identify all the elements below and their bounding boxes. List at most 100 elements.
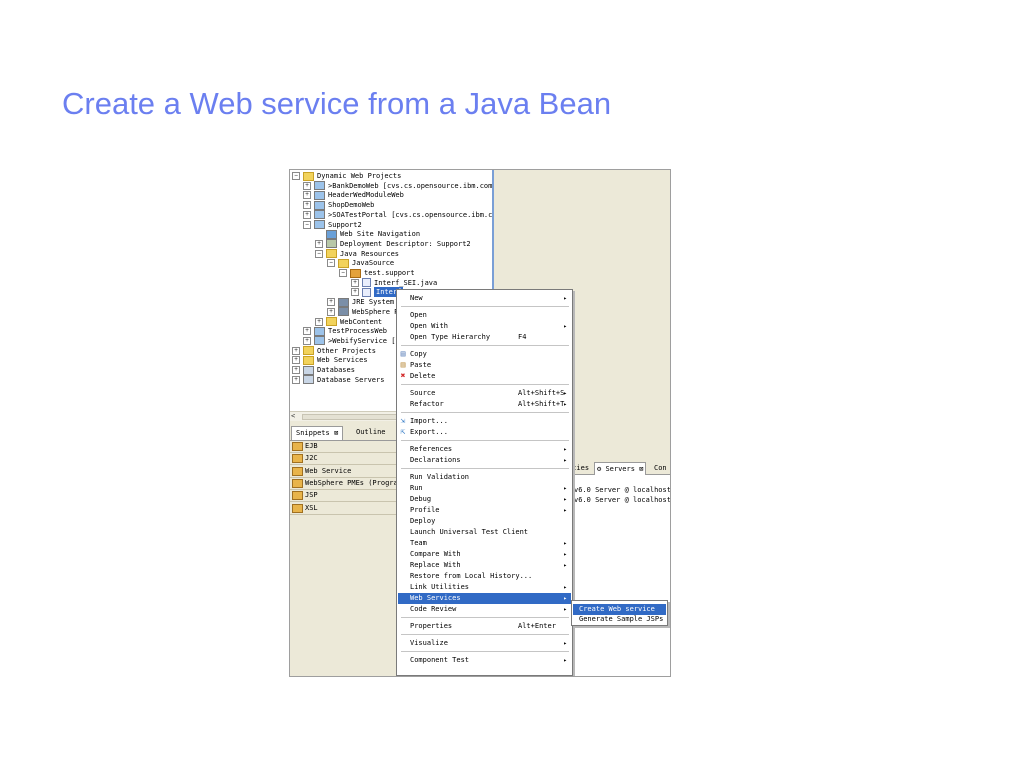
- menu-item-source[interactable]: Source Alt+Shift+S ▸: [398, 388, 571, 399]
- collapse-icon[interactable]: −: [303, 220, 311, 229]
- palette-drawer[interactable]: WebSphere PMEs (Programmi: [290, 478, 410, 490]
- menu-item-component-test[interactable]: Component Test ▸: [398, 655, 571, 666]
- menu-item-label: New: [410, 294, 423, 302]
- menu-item-team[interactable]: Team ▸: [398, 538, 571, 549]
- menu-item-export[interactable]: ⇱ Export...: [398, 427, 571, 438]
- menu-item-debug[interactable]: Debug ▸: [398, 494, 571, 505]
- expand-icon[interactable]: +: [303, 191, 311, 200]
- palette-drawer[interactable]: JSP: [290, 490, 400, 503]
- expand-icon[interactable]: +: [327, 307, 335, 316]
- expand-icon[interactable]: +: [303, 181, 311, 190]
- close-icon[interactable]: ⊠: [639, 465, 643, 473]
- menu-item-replace-with[interactable]: Replace With ▸: [398, 560, 571, 571]
- collapse-icon[interactable]: −: [292, 172, 300, 180]
- collapse-icon[interactable]: −: [315, 249, 323, 258]
- menu-item-import[interactable]: ⇲ Import...: [398, 416, 571, 427]
- expand-icon[interactable]: +: [292, 366, 300, 374]
- menu-item-link-utilities[interactable]: Link Utilities ▸: [398, 582, 571, 593]
- collapse-icon[interactable]: −: [327, 259, 335, 268]
- palette-drawer[interactable]: Web Service: [290, 466, 400, 478]
- menu-item-generate-sample-jsps[interactable]: Generate Sample JSPs: [573, 614, 666, 625]
- tree-item[interactable]: + Web Services: [292, 355, 368, 365]
- menu-item-copy[interactable]: ▤ Copy: [398, 349, 571, 360]
- server-row[interactable]: v6.0 Server @ localhost @: [574, 495, 670, 505]
- expand-icon[interactable]: +: [315, 317, 323, 326]
- palette-drawer-label: WebSphere PMEs (Programmi: [305, 478, 411, 487]
- expand-icon[interactable]: +: [351, 278, 359, 287]
- tree-item[interactable]: + >BankDemoWeb [cvs.cs.opensource.ibm.com…: [303, 181, 492, 191]
- menu-item-run-validation[interactable]: Run Validation: [398, 472, 571, 483]
- tree-item-label: Web Services: [317, 356, 368, 365]
- tree-item[interactable]: − Support2: [303, 220, 362, 230]
- menu-item-compare-with[interactable]: Compare With ▸: [398, 549, 571, 560]
- menu-item-label: Visualize: [410, 639, 448, 647]
- menu-item-refactor[interactable]: Refactor Alt+Shift+T ▸: [398, 399, 571, 410]
- menu-item-run[interactable]: Run ▸: [398, 483, 571, 494]
- menu-item-paste[interactable]: ▥ Paste: [398, 360, 571, 371]
- tree-item-label: Web Site Navigation: [340, 230, 421, 239]
- tab-servers[interactable]: ⚙ Servers ⊠: [594, 462, 647, 476]
- tree-item[interactable]: + >WebifyService [c: [303, 336, 400, 346]
- tree-item[interactable]: + JRE System Li: [327, 297, 407, 307]
- expand-icon[interactable]: +: [315, 239, 323, 248]
- menu-item-declarations[interactable]: Declarations ▸: [398, 455, 571, 466]
- tree-item[interactable]: + Databases: [292, 365, 355, 375]
- palette-drawer[interactable]: EJB: [290, 441, 400, 453]
- menu-item-open[interactable]: Open: [398, 310, 571, 321]
- tree-item[interactable]: − Dynamic Web Projects: [292, 171, 401, 181]
- tree-item[interactable]: + WebContent: [315, 317, 382, 327]
- tree-item[interactable]: + HeaderWedModuleWeb: [303, 190, 404, 200]
- tree-item[interactable]: − Java Resources: [315, 249, 399, 259]
- proj-icon: [314, 181, 325, 191]
- proj-icon: [314, 220, 325, 229]
- palette-drawer[interactable]: XSL: [290, 503, 400, 515]
- expand-icon[interactable]: +: [327, 298, 335, 307]
- menu-item-shortcut: F4: [518, 333, 527, 341]
- submenu-arrow-icon: ▸: [563, 507, 567, 514]
- tree-item[interactable]: + WebSphere Pr: [327, 307, 403, 317]
- tab-outline[interactable]: Outline: [352, 426, 390, 439]
- close-icon[interactable]: ⊠: [334, 429, 338, 437]
- menu-item-delete[interactable]: ✖ Delete: [398, 371, 571, 382]
- menu-item-deploy[interactable]: Deploy: [398, 516, 571, 527]
- expand-icon[interactable]: +: [303, 210, 311, 219]
- palette-drawer[interactable]: J2C: [290, 453, 400, 466]
- expand-icon[interactable]: +: [303, 327, 311, 336]
- tree-item[interactable]: + >SOATestPortal [cvs.cs.opensource.ibm.c…: [303, 210, 492, 220]
- collapse-icon[interactable]: −: [339, 269, 347, 277]
- menu-item-visualize[interactable]: Visualize ▸: [398, 638, 571, 649]
- menu-item-web-services[interactable]: Web Services ▸: [398, 593, 571, 604]
- expand-icon[interactable]: +: [292, 375, 300, 384]
- menu-item-shortcut: Alt+Shift+T: [518, 400, 565, 408]
- server-row[interactable]: v6.0 Server @ localhost: [574, 485, 670, 495]
- tab-snippets[interactable]: Snippets ⊠: [291, 426, 344, 440]
- expand-icon[interactable]: +: [292, 346, 300, 355]
- expand-icon[interactable]: +: [303, 201, 311, 210]
- expand-icon[interactable]: +: [292, 356, 300, 365]
- tree-item[interactable]: + TestProcessWeb: [303, 326, 387, 336]
- tree-item[interactable]: + Deployment Descriptor: Support2: [315, 239, 471, 249]
- menu-item-code-review[interactable]: Code Review ▸: [398, 604, 571, 615]
- menu-item-open-type-hierarchy[interactable]: Open Type Hierarchy F4: [398, 332, 571, 343]
- import-icon: ⇲: [400, 416, 406, 425]
- scroll-left-icon[interactable]: <: [291, 412, 295, 421]
- tree-item[interactable]: + Database Servers: [292, 375, 384, 385]
- menu-item-profile[interactable]: Profile ▸: [398, 505, 571, 516]
- menu-item-label: Import...: [410, 417, 448, 425]
- menu-item-properties[interactable]: Properties Alt+Enter: [398, 621, 571, 632]
- menu-item-launch-universal-test-client[interactable]: Launch Universal Test Client: [398, 527, 571, 538]
- menu-item-references[interactable]: References ▸: [398, 444, 571, 455]
- menu-item-new[interactable]: New ▸: [398, 293, 571, 304]
- menu-item-restore-from-local-history[interactable]: Restore from Local History...: [398, 571, 571, 582]
- tree-item[interactable]: + ShopDemoWeb: [303, 200, 374, 210]
- expand-icon[interactable]: +: [303, 336, 311, 345]
- tree-item[interactable]: + Interf_SEI.java: [351, 278, 437, 288]
- menu-item-open-with[interactable]: Open With ▸: [398, 321, 571, 332]
- db-icon: [303, 365, 314, 375]
- expand-icon[interactable]: +: [351, 288, 359, 297]
- tree-item[interactable]: + Other Projects: [292, 346, 376, 356]
- tree-item[interactable]: − test.support: [339, 268, 415, 278]
- tree-item[interactable]: − JavaSource: [327, 258, 394, 268]
- tree-item[interactable]: Web Site Navigation: [315, 229, 420, 239]
- tab-console[interactable]: Con: [652, 462, 669, 475]
